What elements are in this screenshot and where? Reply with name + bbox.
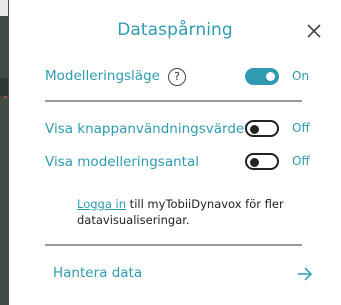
toggle-knob [250, 124, 259, 134]
setting-row-button-usage: Visa knappanvändningsvärdet [45, 118, 250, 142]
setting-row-modeling-count: Visa modelleringsantal [45, 151, 245, 175]
toggle-knob [266, 72, 275, 81]
button-usage-toggle[interactable] [245, 120, 279, 137]
toggle-knob [250, 157, 259, 167]
modeling-mode-state: On [292, 69, 310, 83]
divider [45, 100, 302, 102]
close-icon [307, 24, 321, 38]
manage-data-button[interactable]: Hantera data [45, 262, 315, 286]
divider [45, 244, 302, 246]
modeling-count-state: Off [292, 154, 310, 168]
dialog-title: Dataspårning [117, 20, 233, 40]
close-button[interactable] [303, 20, 325, 42]
arrow-right-icon [298, 267, 313, 281]
background-window-edge [0, 0, 8, 305]
modeling-count-toggle[interactable] [245, 153, 279, 170]
login-link[interactable]: Logga in [77, 197, 126, 211]
button-usage-state: Off [292, 121, 310, 135]
setting-label-modeling-mode: Modelleringsläge [45, 68, 160, 84]
modeling-mode-toggle[interactable] [245, 68, 279, 85]
setting-label-button-usage: Visa knappanvändningsvärdet [45, 121, 250, 137]
manage-data-label: Hantera data [53, 265, 143, 281]
help-icon[interactable]: ? [168, 68, 186, 86]
background-edge-marker [4, 90, 7, 98]
login-info-text: Logga in till myTobiiDynavox för fler da… [77, 196, 317, 228]
data-tracking-panel: Dataspårning Modelleringsläge ? On Visa … [9, 0, 341, 305]
setting-label-modeling-count: Visa modelleringsantal [45, 154, 199, 170]
